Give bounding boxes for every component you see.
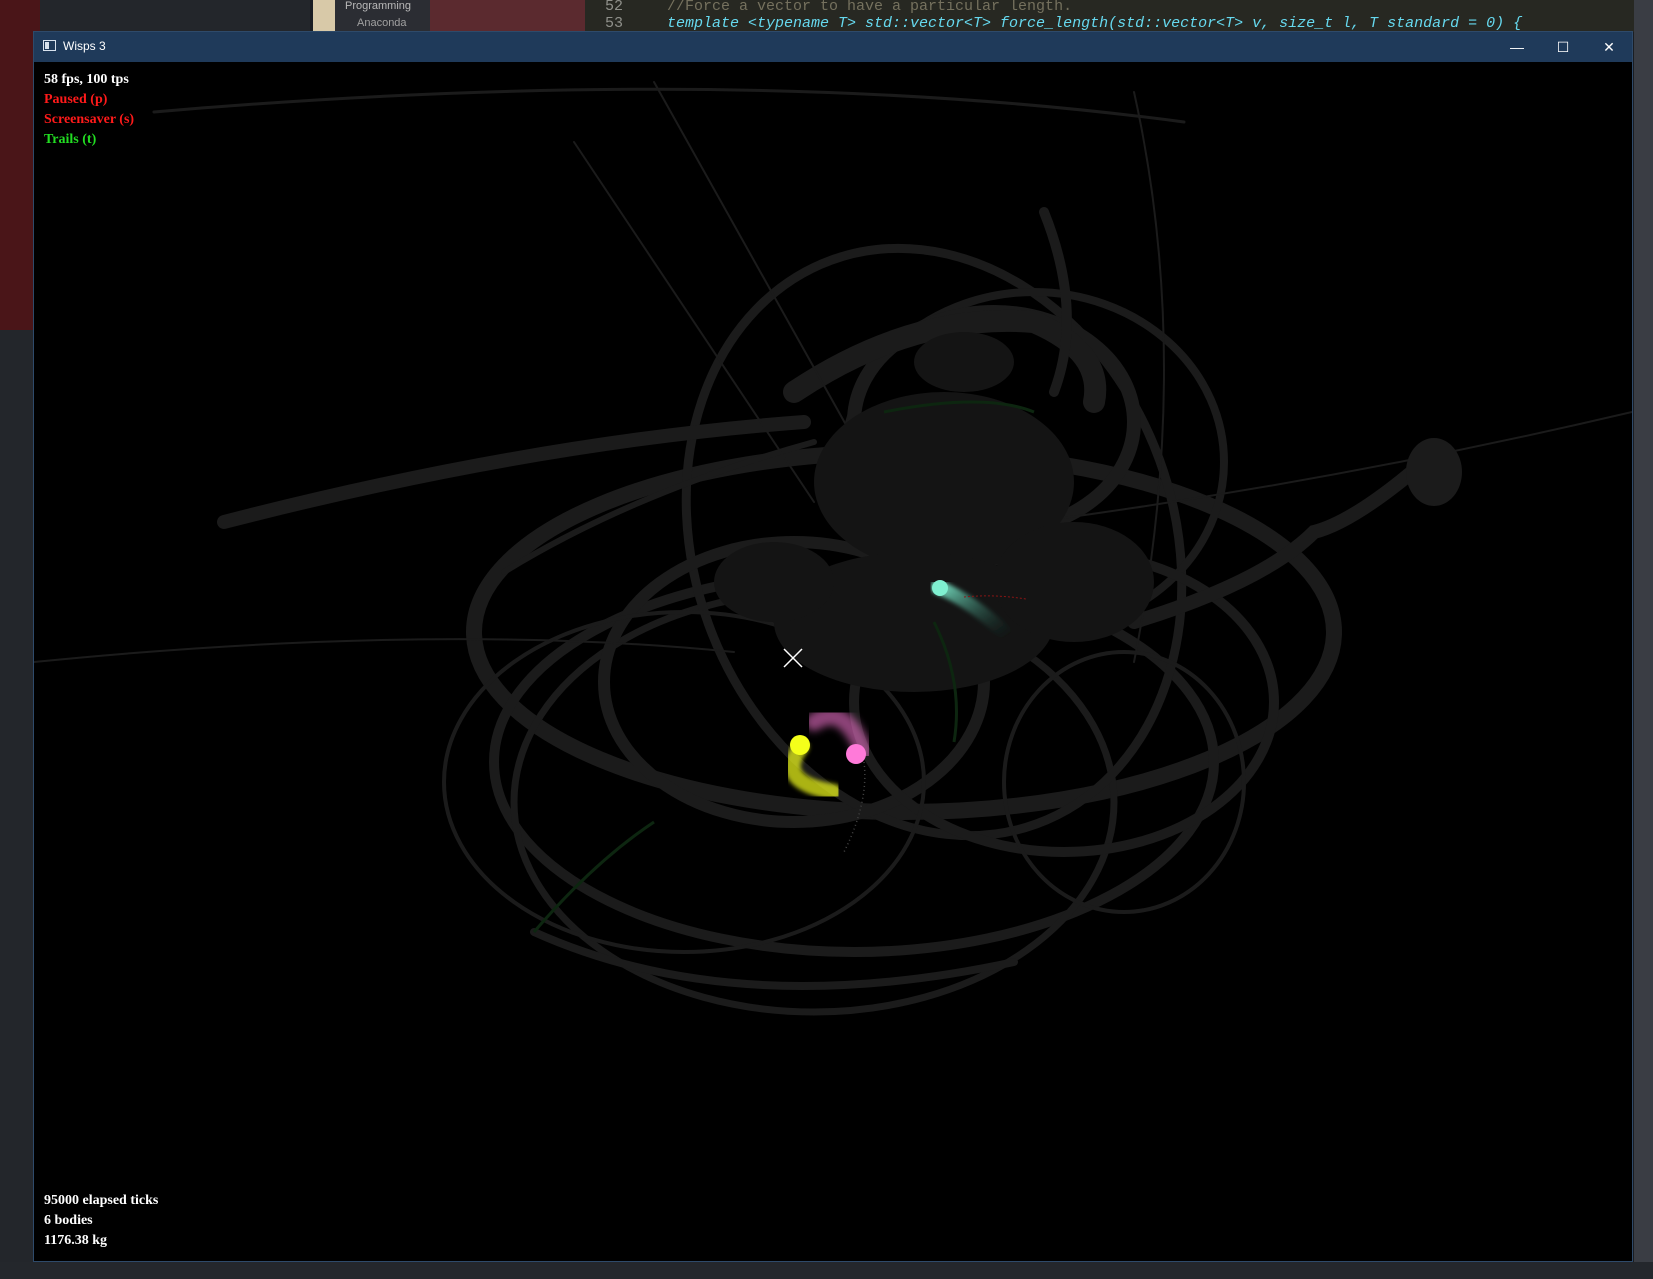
tree-item-anaconda: Anaconda (357, 17, 407, 29)
background-taskbar-edge (0, 1262, 1653, 1279)
faint-trails (34, 81, 1632, 1016)
window-title: Wisps 3 (63, 39, 106, 53)
code-line-text: template <typename T> std::vector<T> for… (667, 15, 1523, 32)
code-line-number: 53 (605, 15, 624, 32)
tree-item-programming: Programming (345, 0, 412, 12)
fps-readout: 58 fps, 100 tps (44, 72, 129, 87)
simulation-canvas[interactable]: 58 fps, 100 tps Paused (p) Screensaver (… (34, 62, 1632, 1261)
code-line-number: 52 (605, 0, 624, 15)
code-line-text: //Force a vector to have a particular le… (667, 0, 1073, 15)
trails-toggle: Trails (t) (44, 132, 97, 147)
title-bar[interactable]: Wisps 3 — ☐ ✕ (34, 32, 1632, 62)
hud-status: 58 fps, 100 tps Paused (p) Screensaver (… (44, 70, 134, 150)
maximize-button[interactable]: ☐ (1540, 32, 1586, 62)
background-image (430, 0, 585, 32)
wisps-window: Wisps 3 — ☐ ✕ 58 fps, 100 tps Paused (p)… (33, 31, 1633, 1262)
body-count: 6 bodies (44, 1213, 93, 1228)
close-button[interactable]: ✕ (1586, 32, 1632, 62)
pink-body (846, 744, 866, 764)
cyan-body (932, 580, 948, 596)
yellow-body (790, 735, 810, 755)
hud-stats: 95000 elapsed ticks 6 bodies 1176.38 kg (44, 1191, 158, 1251)
paused-toggle: Paused (p) (44, 92, 108, 107)
total-mass: 1176.38 kg (44, 1233, 108, 1248)
app-icon (43, 40, 56, 51)
minimize-button[interactable]: — (1494, 32, 1540, 62)
elapsed-ticks: 95000 elapsed ticks (44, 1193, 159, 1208)
background-right-panel (1634, 0, 1653, 1279)
background-code-editor: 52 //Force a vector to have a particular… (585, 0, 1653, 32)
simulation-scene (34, 81, 1632, 1016)
screensaver-toggle: Screensaver (s) (44, 112, 135, 127)
